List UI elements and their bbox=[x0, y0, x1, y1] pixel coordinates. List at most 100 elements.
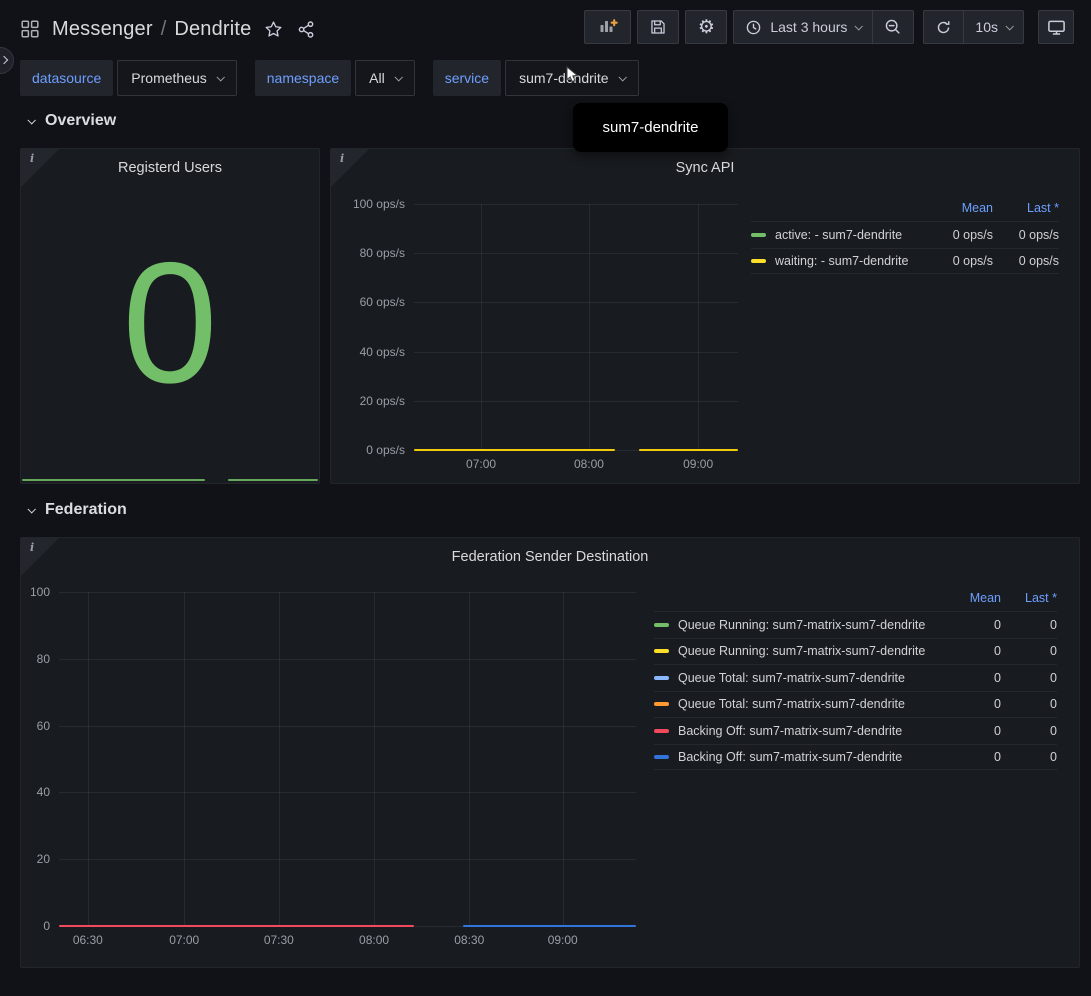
time-controls: Last 3 hours bbox=[733, 10, 914, 44]
tv-mode-button[interactable] bbox=[1038, 10, 1074, 44]
sidebar-toggle-button[interactable] bbox=[0, 47, 14, 74]
grid-line-horizontal bbox=[414, 204, 738, 205]
series-label[interactable]: Queue Running: sum7-matrix-sum7-dendrite bbox=[678, 618, 941, 632]
refresh-interval-dropdown[interactable]: 10s bbox=[963, 11, 1023, 43]
grid-line-horizontal bbox=[59, 592, 636, 593]
variable-service: service sum7-dendrite bbox=[433, 60, 639, 96]
section-header-overview[interactable]: Overview bbox=[28, 112, 116, 130]
series-color-swatch[interactable] bbox=[654, 702, 669, 706]
panel-federation-sender: i Federation Sender Destination 10080604… bbox=[20, 537, 1080, 968]
star-dashboard-button[interactable] bbox=[260, 16, 287, 43]
time-range-picker[interactable]: Last 3 hours bbox=[734, 11, 872, 43]
series-label[interactable]: Queue Running: sum7-matrix-sum7-dendrite bbox=[678, 644, 941, 658]
series-label[interactable]: Backing Off: sum7-matrix-sum7-dendrite bbox=[678, 724, 941, 738]
sync-api-plot-area[interactable]: 100 ops/s80 ops/s60 ops/s40 ops/s20 ops/… bbox=[414, 204, 738, 450]
section-header-federation[interactable]: Federation bbox=[28, 501, 127, 519]
grid-line-vertical bbox=[698, 204, 699, 450]
series-label[interactable]: active: - sum7-dendrite bbox=[775, 228, 919, 242]
series-color-swatch[interactable] bbox=[751, 259, 766, 263]
sync-api-legend: MeanLast * active: - sum7-dendrite 0 ops/s… bbox=[751, 195, 1059, 274]
series-label[interactable]: Queue Total: sum7-matrix-sum7-dendrite bbox=[678, 671, 941, 685]
y-axis-tick-label: 100 bbox=[30, 585, 50, 599]
series-line-segment bbox=[59, 925, 414, 927]
grid-line-horizontal bbox=[414, 401, 738, 402]
share-dashboard-button[interactable] bbox=[293, 16, 320, 43]
series-color-swatch[interactable] bbox=[654, 623, 669, 627]
breadcrumb-folder[interactable]: Messenger bbox=[52, 18, 153, 41]
y-axis-tick-label: 0 bbox=[43, 919, 50, 933]
series-color-swatch[interactable] bbox=[654, 755, 669, 759]
y-axis-tick-label: 60 bbox=[37, 719, 50, 733]
variable-value-text: Prometheus bbox=[131, 70, 206, 86]
breadcrumb-separator: / bbox=[161, 18, 167, 41]
legend-header-last[interactable]: Last * bbox=[993, 201, 1059, 215]
legend-row: Backing Off: sum7-matrix-sum7-dendrite00 bbox=[654, 744, 1057, 771]
clock-icon bbox=[745, 19, 762, 36]
grid-line-vertical bbox=[589, 204, 590, 450]
federation-plot-area[interactable]: 10080604020006:3007:0007:3008:0008:3009:… bbox=[59, 592, 636, 926]
variable-value-datasource[interactable]: Prometheus bbox=[117, 60, 236, 96]
grid-line-vertical bbox=[481, 204, 482, 450]
series-color-swatch[interactable] bbox=[654, 649, 669, 653]
legend-header-mean[interactable]: Mean bbox=[941, 591, 1001, 605]
sparkline-segment bbox=[228, 479, 318, 481]
dashboard-settings-button[interactable]: ⚙ bbox=[685, 10, 727, 44]
variable-label-namespace: namespace bbox=[255, 60, 351, 96]
series-color-swatch[interactable] bbox=[654, 729, 669, 733]
series-last-value: 0 bbox=[1001, 618, 1057, 632]
series-mean-value: 0 bbox=[941, 750, 1001, 764]
chevron-right-icon bbox=[0, 56, 8, 64]
chevron-down-icon bbox=[855, 22, 863, 30]
series-last-value: 0 bbox=[1001, 644, 1057, 658]
add-panel-button[interactable] bbox=[584, 10, 631, 44]
panel-title[interactable]: Federation Sender Destination bbox=[21, 538, 1079, 576]
series-color-swatch[interactable] bbox=[751, 233, 766, 237]
variable-value-text: sum7-dendrite bbox=[519, 70, 609, 86]
series-last-value: 0 ops/s bbox=[993, 228, 1059, 242]
save-icon bbox=[649, 18, 667, 36]
variable-value-text: All bbox=[369, 70, 385, 86]
legend-header-row: MeanLast * bbox=[751, 195, 1059, 221]
panel-title[interactable]: Sync API bbox=[331, 149, 1079, 187]
x-axis-tick-label: 06:30 bbox=[73, 933, 103, 947]
series-mean-value: 0 bbox=[941, 644, 1001, 658]
series-color-swatch[interactable] bbox=[654, 676, 669, 680]
chevron-down-icon bbox=[1005, 22, 1013, 30]
zoom-out-icon bbox=[884, 18, 902, 36]
legend-row: Queue Total: sum7-matrix-sum7-dendrite00 bbox=[654, 691, 1057, 718]
refresh-interval-label: 10s bbox=[975, 19, 998, 35]
sparkline-segment bbox=[22, 479, 205, 481]
save-dashboard-button[interactable] bbox=[637, 10, 679, 44]
grid-line-vertical bbox=[563, 592, 564, 926]
legend-header-row: MeanLast * bbox=[654, 585, 1057, 611]
y-axis-tick-label: 100 ops/s bbox=[353, 197, 405, 211]
refresh-button[interactable] bbox=[924, 11, 963, 43]
refresh-controls: 10s bbox=[923, 10, 1024, 44]
variable-value-service[interactable]: sum7-dendrite bbox=[505, 60, 639, 96]
x-axis-tick-label: 08:00 bbox=[359, 933, 389, 947]
legend-header-last[interactable]: Last * bbox=[1001, 591, 1057, 605]
series-label[interactable]: waiting: - sum7-dendrite bbox=[775, 254, 919, 268]
x-axis-tick-label: 07:30 bbox=[264, 933, 294, 947]
series-mean-value: 0 bbox=[941, 697, 1001, 711]
panel-sync-api: i Sync API 100 ops/s80 ops/s60 ops/s40 o… bbox=[330, 148, 1080, 484]
section-title: Federation bbox=[45, 501, 127, 519]
panel-title[interactable]: Registerd Users bbox=[21, 149, 319, 187]
y-axis-tick-label: 40 ops/s bbox=[360, 345, 405, 359]
series-label[interactable]: Backing Off: sum7-matrix-sum7-dendrite bbox=[678, 750, 941, 764]
grid-line-vertical bbox=[184, 592, 185, 926]
tooltip-text: sum7-dendrite bbox=[603, 119, 699, 136]
zoom-out-time-button[interactable] bbox=[872, 11, 913, 43]
series-last-value: 0 bbox=[1001, 724, 1057, 738]
variable-value-namespace[interactable]: All bbox=[355, 60, 415, 96]
legend-row: Backing Off: sum7-matrix-sum7-dendrite00 bbox=[654, 717, 1057, 744]
series-last-value: 0 bbox=[1001, 671, 1057, 685]
series-line-segment bbox=[463, 925, 636, 927]
grid-line-horizontal bbox=[59, 859, 636, 860]
federation-legend: MeanLast * Queue Running: sum7-matrix-sum… bbox=[654, 585, 1057, 770]
series-label[interactable]: Queue Total: sum7-matrix-sum7-dendrite bbox=[678, 697, 941, 711]
y-axis-tick-label: 80 bbox=[37, 652, 50, 666]
legend-header-mean[interactable]: Mean bbox=[919, 201, 993, 215]
grid-line-vertical bbox=[469, 592, 470, 926]
variable-option-tooltip: sum7-dendrite bbox=[573, 103, 728, 152]
